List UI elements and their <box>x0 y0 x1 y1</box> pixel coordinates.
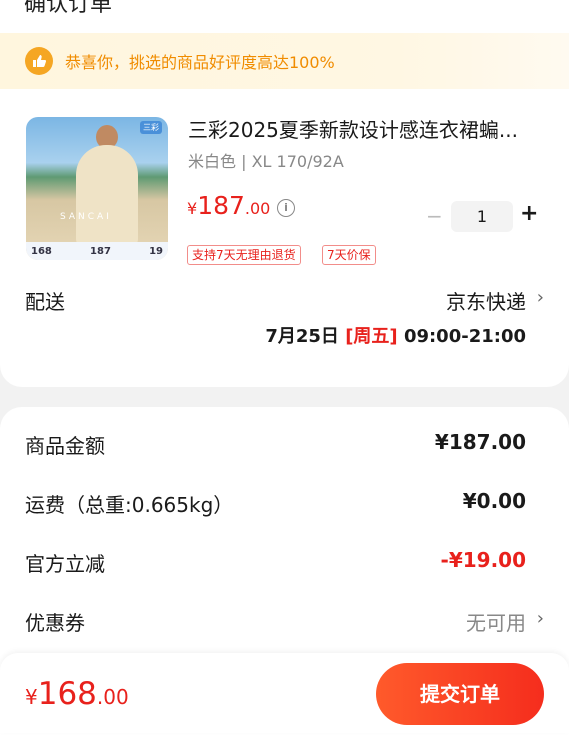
banner-text: 恭喜你，挑选的商品好评度高达100% <box>65 53 335 72</box>
thumb-mid-num: 187 <box>90 245 111 257</box>
price-integer: 187 <box>197 191 245 220</box>
model-dress <box>76 145 138 247</box>
price-info-icon[interactable]: i <box>277 199 295 217</box>
price-symbol: ¥ <box>187 199 198 218</box>
freight-label: 运费（总重:0.665kg） <box>25 493 234 517</box>
price-protect-tag: 7天价保 <box>322 245 376 265</box>
product-price: ¥187.00 <box>187 191 270 220</box>
coupon-value: 无可用 <box>466 611 526 635</box>
discount-row: 官方立减 -¥19.00 <box>25 548 526 577</box>
goods-amount-label: 商品金额 <box>25 434 105 458</box>
goods-amount-row: 商品金额 ¥187.00 <box>25 430 526 459</box>
product-spec[interactable]: 米白色 | XL 170/92A <box>188 148 344 172</box>
total-integer: 168 <box>37 676 97 712</box>
coupon-label: 优惠券 <box>25 611 85 635</box>
delivery-window: 09:00-21:00 <box>403 326 526 347</box>
product-title[interactable]: 三彩2025夏季新款设计感连衣裙蝙... <box>188 114 548 143</box>
thumb-badge: 三彩 <box>140 121 162 134</box>
quantity-minus-button[interactable]: − <box>426 204 443 228</box>
delivery-weekday: [周五] <box>345 326 398 347</box>
thumb-price-strip: 168 187 19 <box>26 242 168 260</box>
product-thumbnail[interactable]: 三彩 SANCAI 168 187 19 <box>26 117 168 260</box>
shipping-method[interactable]: 京东快递 <box>446 286 526 315</box>
goods-amount-value: ¥187.00 <box>434 430 526 454</box>
freight-value: ¥0.00 <box>462 489 526 513</box>
discount-label: 官方立减 <box>25 552 105 576</box>
thumb-right-num: 19 <box>149 245 163 257</box>
order-total: ¥168.00 <box>25 676 129 712</box>
coupon-row[interactable]: 优惠券 无可用 <box>25 607 526 636</box>
quantity-plus-button[interactable]: + <box>520 201 538 226</box>
quantity-input[interactable]: 1 <box>451 201 513 232</box>
thumb-brand: SANCAI <box>60 212 112 222</box>
delivery-time[interactable]: 7月25日 [周五] 09:00-21:00 <box>265 322 526 348</box>
delivery-date: 7月25日 <box>265 326 339 347</box>
page-title: 确认订单 <box>24 0 113 17</box>
shipping-label: 配送 <box>25 290 65 314</box>
return-policy-tag: 支持7天无理由退货 <box>187 245 301 265</box>
thumb-left-num: 168 <box>31 245 52 257</box>
chevron-right-icon[interactable]: › <box>537 287 544 308</box>
thumbs-up-icon <box>25 47 53 75</box>
discount-value: -¥19.00 <box>440 548 526 572</box>
rating-banner: 恭喜你，挑选的商品好评度高达100% <box>0 33 569 89</box>
price-decimal: .00 <box>244 199 271 218</box>
coupon-chevron-icon[interactable]: › <box>537 608 544 629</box>
submit-order-button[interactable]: 提交订单 <box>376 663 544 725</box>
total-symbol: ¥ <box>25 685 38 709</box>
total-decimal: .00 <box>96 685 129 709</box>
freight-row: 运费（总重:0.665kg） ¥0.00 <box>25 489 526 518</box>
